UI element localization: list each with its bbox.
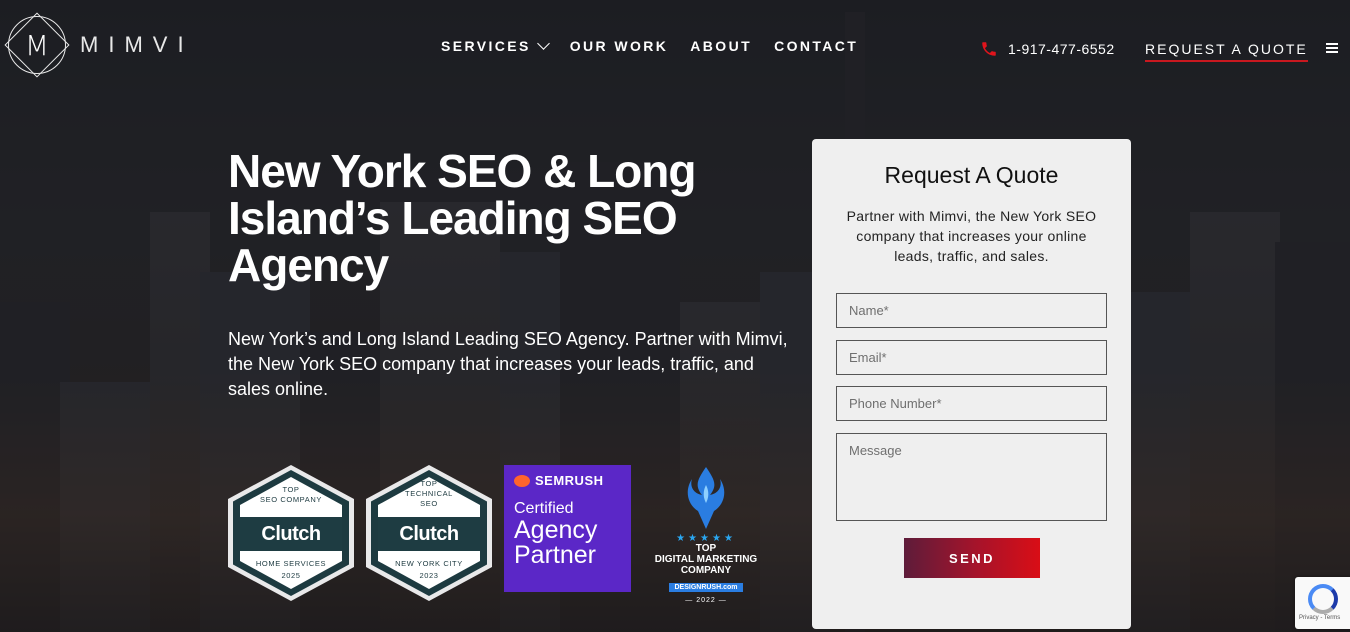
recaptcha-icon (1308, 584, 1338, 614)
form-title: Request A Quote (884, 162, 1059, 188)
logo-wordmark: MIMVI (80, 32, 194, 57)
main-nav: SERVICES OUR WORK ABOUT CONTACT (441, 37, 880, 54)
request-quote-link[interactable]: REQUEST A QUOTE (1145, 41, 1308, 62)
designrush-badge: ★★★★★ TOP DIGITAL MARKETING COMPANY DESI… (648, 465, 764, 605)
nav-item-contact[interactable]: CONTACT (774, 38, 858, 54)
form-description: Partner with Mimvi, the New York SEO com… (846, 208, 1097, 264)
hamburger-menu-icon[interactable] (1326, 43, 1338, 53)
nav-item-services[interactable]: SERVICES (441, 37, 550, 54)
chevron-down-icon (536, 37, 550, 50)
semrush-logo-icon (514, 474, 530, 487)
name-field[interactable] (836, 293, 1107, 328)
designrush-flame-icon (687, 467, 725, 529)
nav-item-our-work[interactable]: OUR WORK (570, 38, 669, 54)
request-quote-form: Request A Quote Partner with Mimvi, the … (812, 139, 1131, 629)
phone-link[interactable]: 1-917-477-6552 (980, 40, 1115, 58)
send-button[interactable]: SEND (904, 538, 1040, 578)
email-field[interactable] (836, 340, 1107, 375)
site-header: M MIMVI SERVICES OUR WORK ABOUT CONTACT … (0, 0, 1350, 92)
hero-subtitle: New York’s and Long Island Leading SEO A… (228, 329, 788, 399)
nav-item-about[interactable]: ABOUT (690, 38, 752, 54)
message-field[interactable] (836, 433, 1107, 521)
recaptcha-badge[interactable]: Privacy - Terms (1295, 577, 1350, 629)
phone-icon (982, 42, 996, 56)
phone-number: 1-917-477-6552 (1008, 41, 1115, 57)
mimvi-logo[interactable]: M MIMVI (8, 16, 194, 74)
clutch-logo: Clutch (240, 517, 342, 551)
hero-title: New York SEO & Long Island’s Leading SEO… (228, 145, 696, 291)
logo-mark-icon: M (8, 16, 66, 74)
semrush-partner-badge: SEMRUSH Certified Agency Partner (504, 465, 631, 592)
phone-field[interactable] (836, 386, 1107, 421)
clutch-badge-technical-seo: TOP TECHNICAL SEO Clutch NEW YORK CITY 2… (366, 465, 492, 601)
clutch-logo: Clutch (378, 517, 480, 551)
clutch-badge-seo: TOP SEO COMPANY Clutch HOME SERVICES 202… (228, 465, 354, 601)
